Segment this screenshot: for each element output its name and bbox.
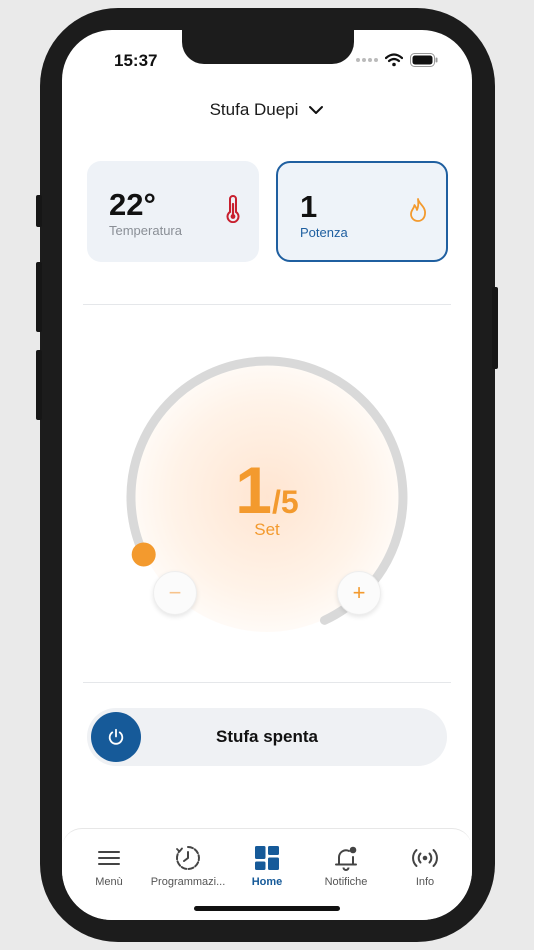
grid-icon: [255, 846, 279, 870]
status-time: 15:37: [114, 51, 158, 70]
tab-info-label: Info: [415, 876, 435, 888]
bell-icon: [335, 846, 357, 871]
menu-icon: [98, 851, 120, 865]
decrease-button[interactable]: −: [153, 571, 197, 615]
wifi-icon: [385, 53, 403, 67]
tab-notifications-label: Notifiche: [324, 876, 368, 888]
temperature-card[interactable]: 22° Temperatura: [87, 161, 259, 262]
side-button: [492, 287, 498, 369]
divider-bottom: [83, 682, 451, 683]
stove-selector[interactable]: Stufa Duepi: [62, 100, 472, 120]
plus-icon: +: [352, 580, 366, 605]
battery-icon: [410, 53, 438, 67]
minus-icon: −: [168, 580, 182, 605]
notch: [182, 30, 354, 64]
dial-current-value: 1: [235, 453, 273, 527]
chevron-down-icon: [309, 106, 324, 114]
tab-menu[interactable]: Menù: [68, 845, 150, 888]
divider-top: [83, 304, 451, 305]
thermometer-icon: [226, 195, 240, 223]
dial-handle[interactable]: [131, 542, 156, 567]
tab-home-label: Home: [251, 876, 283, 888]
temperature-label: Temperatura: [109, 223, 182, 238]
stove-name: Stufa Duepi: [209, 100, 299, 119]
tab-info[interactable]: Info: [384, 845, 466, 888]
tab-menu-label: Menù: [95, 876, 123, 888]
status-icons: [356, 53, 438, 67]
dial-value: 1/5: [122, 452, 412, 528]
cellular-signal-icon: [356, 58, 378, 62]
dial-max-value: /5: [272, 484, 299, 520]
schedule-icon: [176, 846, 200, 870]
home-indicator: [194, 906, 340, 911]
flame-icon: [410, 198, 426, 222]
broadcast-icon: [412, 849, 438, 867]
increase-button[interactable]: +: [337, 571, 381, 615]
temperature-value: 22°: [109, 187, 156, 222]
tab-schedule-label: Programmazi...: [150, 876, 226, 888]
power-status-label: Stufa spenta: [215, 727, 319, 746]
volume-up-button: [36, 262, 42, 332]
dial-set-label: Set: [254, 520, 280, 539]
mute-switch: [36, 195, 42, 227]
tab-home[interactable]: Home: [226, 845, 308, 888]
app-screen: 15:37 Stufa Duepi 22° Temperatura 1 Pote…: [62, 30, 472, 920]
tab-schedule[interactable]: Programmazi...: [147, 845, 229, 888]
tab-notifications[interactable]: Notifiche: [305, 845, 387, 888]
power-card[interactable]: 1 Potenza: [276, 161, 448, 262]
power-toggle[interactable]: Stufa spenta: [87, 708, 447, 766]
power-label: Potenza: [300, 225, 348, 240]
power-value: 1: [300, 189, 318, 224]
volume-down-button: [36, 350, 42, 420]
